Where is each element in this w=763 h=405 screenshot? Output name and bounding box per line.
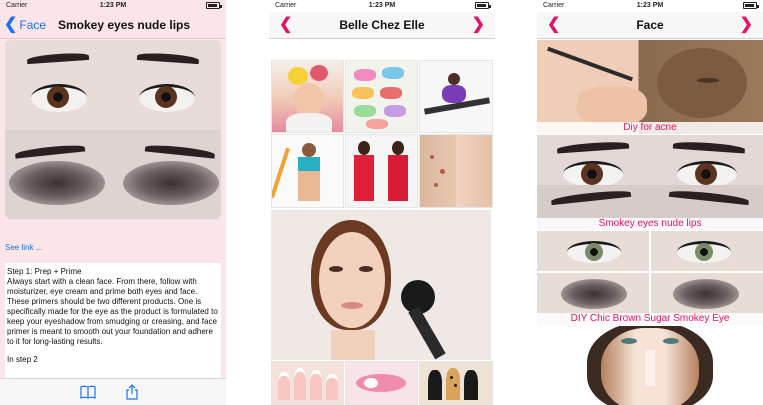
page-title: Smokey eyes nude lips: [58, 18, 191, 32]
list-item[interactable]: Diy for acne: [537, 40, 763, 134]
back-button-label: Face: [19, 18, 47, 32]
article-heading: Step 1: Prep + Prime: [7, 267, 82, 276]
status-time: 1:23 PM: [368, 2, 396, 9]
eye-photo-top: [5, 40, 221, 130]
book-icon[interactable]: [80, 384, 96, 400]
grid-tile[interactable]: [345, 134, 418, 208]
phone-category-list: Carrier 1:23 PM ❮ Face ❯ Diy for acne Sm…: [537, 0, 763, 405]
phone-article-view: Carrier 1:23 PM ❮ Face Smokey eyes nude l…: [0, 0, 226, 405]
chevron-left-icon: ❮: [4, 16, 18, 33]
battery-icon: [475, 2, 491, 9]
article-text: Step 1: Prep + Prime Always start with a…: [5, 263, 221, 378]
see-link[interactable]: See link ...: [5, 243, 42, 252]
next-arrow-icon[interactable]: ❯: [740, 17, 753, 33]
bottom-toolbar: [0, 378, 226, 405]
list-item[interactable]: Smokey eyes nude lips: [537, 135, 763, 230]
status-bar: Carrier 1:23 PM: [537, 0, 763, 12]
article-tail: In step 2: [7, 355, 38, 364]
battery-icon: [206, 2, 222, 9]
next-arrow-icon[interactable]: ❯: [472, 17, 485, 33]
share-icon[interactable]: [124, 384, 140, 400]
list-item[interactable]: DIY Chic Brown Sugar Smokey Eye: [537, 231, 763, 325]
article-photo: [5, 40, 221, 219]
page-title: Belle Chez Elle: [339, 18, 425, 32]
grid-tile[interactable]: [271, 361, 344, 405]
grid-tile[interactable]: [419, 134, 493, 208]
status-time: 1:23 PM: [99, 2, 127, 9]
article-body: Always start with a clean face. From the…: [7, 277, 218, 346]
grid-tile[interactable]: [345, 361, 418, 405]
status-bar: Carrier 1:23 PM: [0, 0, 226, 12]
battery-icon: [743, 2, 759, 9]
status-bar: Carrier 1:23 PM: [269, 0, 495, 12]
list-item-label: DIY Chic Brown Sugar Smokey Eye: [537, 313, 763, 325]
phone-gallery-view: Carrier 1:23 PM ❮ Belle Chez Elle ❯: [269, 0, 495, 405]
grid-tile[interactable]: [271, 60, 344, 133]
page-title: Face: [636, 18, 664, 32]
screenshot-stage: Carrier 1:23 PM ❮ Face Smokey eyes nude l…: [0, 0, 763, 405]
list-item-label: Diy for acne: [537, 122, 763, 134]
nav-bar: ❮ Belle Chez Elle ❯: [269, 12, 495, 39]
grid-tile[interactable]: [419, 361, 493, 405]
featured-image[interactable]: [271, 210, 491, 360]
grid-tile[interactable]: [271, 134, 344, 208]
back-button[interactable]: ❮ Face: [4, 17, 46, 33]
eye-photo-bottom: [5, 131, 221, 219]
grid-tile[interactable]: [419, 60, 493, 133]
nav-bar: ❮ Face ❯: [537, 12, 763, 39]
nav-bar: ❮ Face Smokey eyes nude lips: [0, 12, 226, 39]
list-item-label: Smokey eyes nude lips: [537, 218, 763, 230]
grid-tile[interactable]: [345, 60, 418, 133]
list-item[interactable]: [537, 326, 763, 405]
status-time: 1:23 PM: [636, 2, 664, 9]
